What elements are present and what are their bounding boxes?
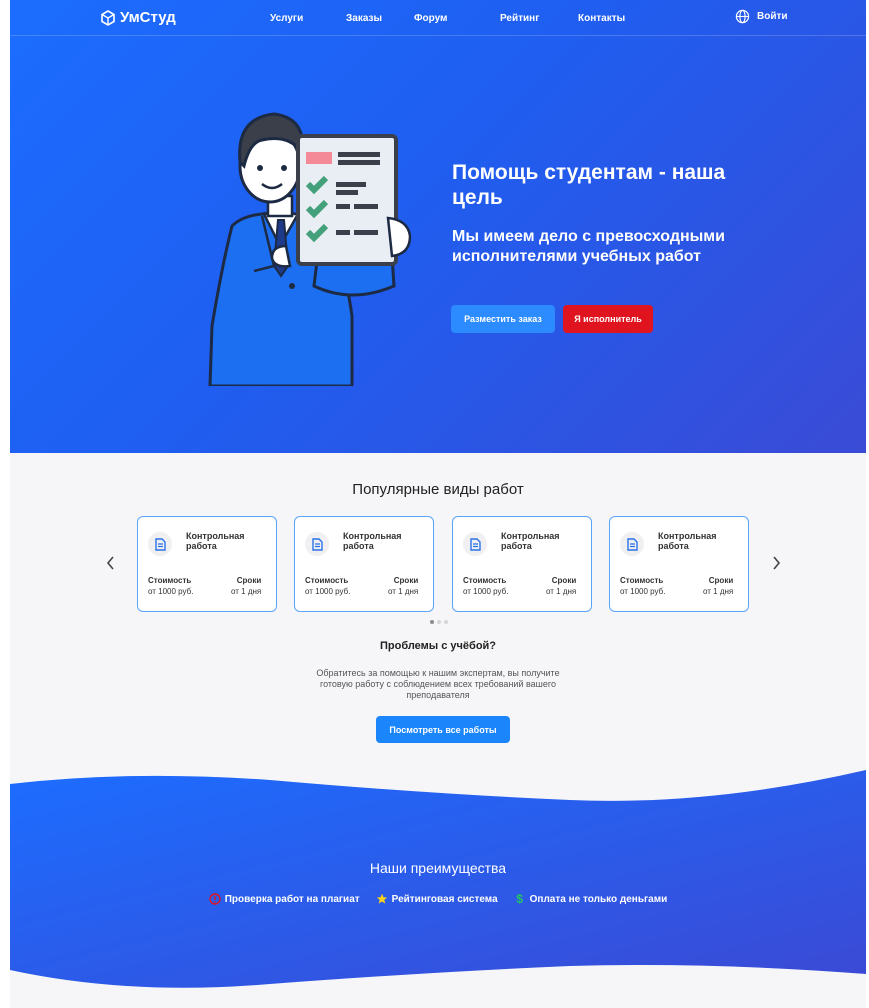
place-order-button[interactable]: Разместить заказ: [451, 305, 555, 333]
carousel-dots: [430, 620, 448, 624]
problems-title: Проблемы с учёбой?: [379, 640, 497, 652]
card-term-value: от 1 дня: [703, 587, 734, 596]
dollar-icon: $: [516, 892, 523, 906]
nav-link-services[interactable]: Услуги: [270, 13, 303, 24]
advantages-list: Проверка работ на плагиат Рейтинговая си…: [10, 893, 866, 905]
card-price: Стоимость от 1000 руб.: [305, 575, 350, 597]
work-card[interactable]: Контрольная работа Стоимость от 1000 руб…: [137, 516, 277, 612]
carousel-next-button[interactable]: [772, 556, 781, 575]
top-nav: УмСтуд Услуги Заказы Форум Рейтинг Конта…: [10, 0, 866, 36]
carousel-dot-2[interactable]: [437, 620, 441, 624]
executor-button[interactable]: Я исполнитель: [563, 305, 653, 333]
card-icon-wrap: [620, 532, 644, 556]
advantage-item: $ Оплата не только деньгами: [514, 892, 668, 906]
advantage-label: Рейтинговая система: [391, 893, 498, 905]
card-term: Сроки от 1 дня: [703, 575, 733, 597]
work-card[interactable]: Контрольная работа Стоимость от 1000 руб…: [609, 516, 749, 612]
carousel-dot-1[interactable]: [430, 620, 434, 624]
advantages-title: Наши преимущества: [369, 860, 507, 876]
card-term-value: от 1 дня: [388, 587, 419, 596]
card-term-value: от 1 дня: [546, 587, 577, 596]
document-icon: [626, 537, 638, 551]
card-term-label: Сроки: [236, 576, 262, 585]
card-term-label: Сроки: [393, 576, 419, 585]
card-price: Стоимость от 1000 руб.: [463, 575, 508, 597]
nav-link-rating[interactable]: Рейтинг: [500, 13, 539, 24]
login-button[interactable]: Войти: [735, 9, 788, 24]
login-label: Войти: [757, 11, 788, 22]
logo[interactable]: УмСтуд: [100, 9, 176, 26]
carousel-dot-3[interactable]: [444, 620, 448, 624]
card-title: Контрольная работа: [501, 531, 560, 551]
card-price-label: Стоимость: [463, 576, 507, 585]
document-icon: [311, 537, 323, 551]
star-icon: [376, 893, 387, 904]
card-price-value: от 1000 руб.: [148, 587, 194, 596]
card-term: Сроки от 1 дня: [546, 575, 576, 597]
globe-icon: [735, 9, 750, 24]
card-price-value: от 1000 руб.: [463, 587, 509, 596]
document-icon: [154, 537, 166, 551]
chevron-left-icon: [106, 556, 114, 570]
card-price: Стоимость от 1000 руб.: [620, 575, 665, 597]
nav-link-orders[interactable]: Заказы: [346, 13, 382, 24]
page: УмСтуд Услуги Заказы Форум Рейтинг Конта…: [10, 0, 866, 1008]
card-price-label: Стоимость: [148, 576, 192, 585]
chevron-right-icon: [773, 556, 781, 570]
card-term-label: Сроки: [708, 576, 734, 585]
work-card[interactable]: Контрольная работа Стоимость от 1000 руб…: [294, 516, 434, 612]
card-price-value: от 1000 руб.: [620, 587, 666, 596]
hero-subtitle: Мы имеем дело с превосходными исполнител…: [452, 228, 725, 265]
card-price-value: от 1000 руб.: [305, 587, 351, 596]
student-helper-illustration: [208, 112, 412, 386]
card-term: Сроки от 1 дня: [388, 575, 418, 597]
card-price-label: Стоимость: [620, 576, 664, 585]
advantage-item: Проверка работ на плагиат: [209, 893, 360, 905]
document-icon: [469, 537, 481, 551]
advantage-item: Рейтинговая система: [376, 893, 498, 905]
advantages-background-wave: [10, 770, 866, 988]
card-title: Контрольная работа: [343, 531, 402, 551]
nav-link-contacts[interactable]: Контакты: [578, 13, 625, 24]
popular-title: Популярные виды работ: [352, 481, 524, 498]
card-term-label: Сроки: [551, 576, 577, 585]
advantage-label: Оплата не только деньгами: [529, 893, 668, 905]
card-icon-wrap: [148, 532, 172, 556]
card-icon-wrap: [305, 532, 329, 556]
nav-link-forum[interactable]: Форум: [414, 13, 447, 24]
work-card[interactable]: Контрольная работа Стоимость от 1000 руб…: [452, 516, 592, 612]
alert-circle-icon: [209, 893, 221, 905]
card-price: Стоимость от 1000 руб.: [148, 575, 193, 597]
view-all-works-button[interactable]: Посмотреть все работы: [376, 716, 510, 743]
card-title: Контрольная работа: [658, 531, 717, 551]
card-term: Сроки от 1 дня: [231, 575, 261, 597]
hero-title: Помощь студентам - наша цель: [452, 161, 726, 209]
cube-icon: [101, 9, 115, 26]
advantage-label: Проверка работ на плагиат: [224, 893, 360, 905]
problems-text: Обратитесь за помощью к нашим экспертам,…: [316, 668, 560, 700]
carousel-prev-button[interactable]: [106, 556, 115, 575]
card-icon-wrap: [463, 532, 487, 556]
card-title: Контрольная работа: [186, 531, 245, 551]
card-price-label: Стоимость: [305, 576, 349, 585]
logo-text: УмСтуд: [120, 9, 176, 26]
hero-section: УмСтуд Услуги Заказы Форум Рейтинг Конта…: [10, 0, 866, 453]
card-term-value: от 1 дня: [231, 587, 262, 596]
